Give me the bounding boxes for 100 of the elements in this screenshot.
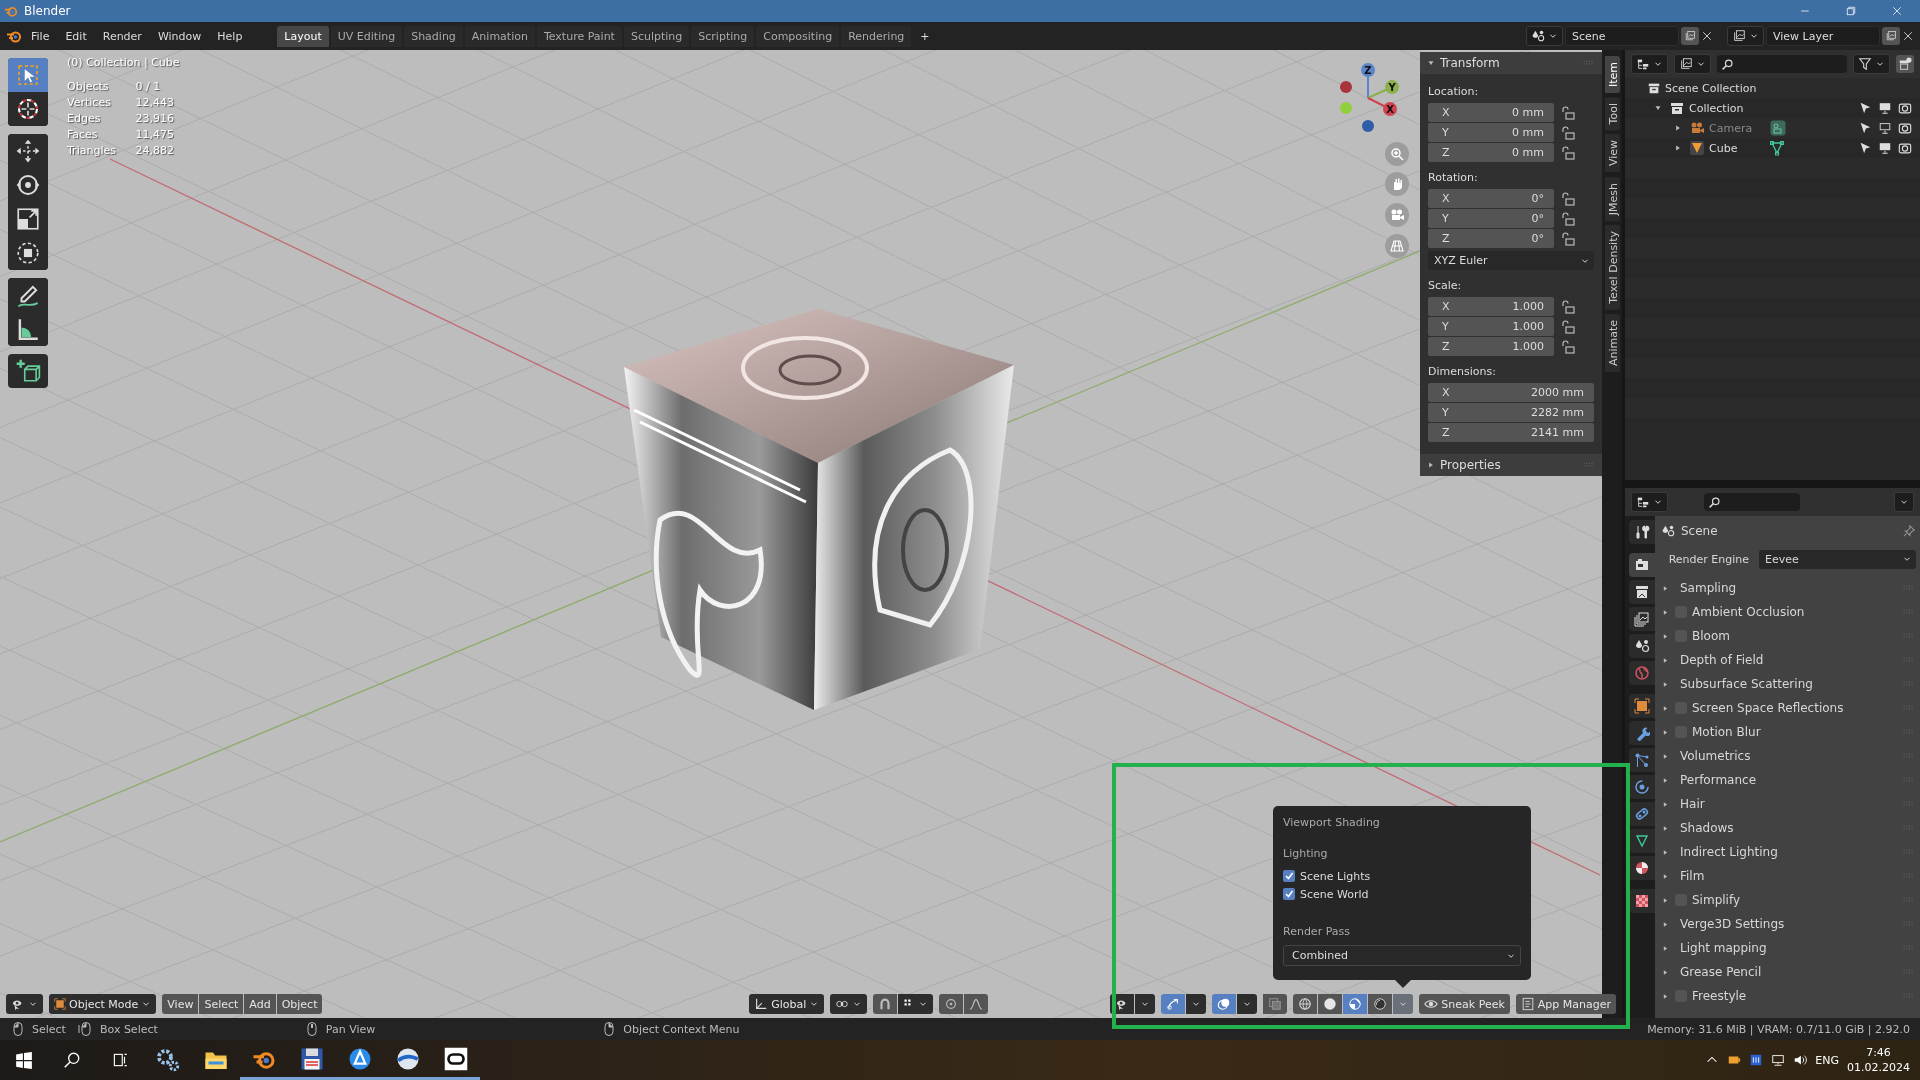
field-value: 1.000 [1512, 300, 1544, 313]
panel-header[interactable]: Screen Space Reflections [1661, 696, 1916, 720]
panel-header[interactable]: Film [1661, 864, 1916, 888]
field-value: 2000 mm [1531, 386, 1584, 399]
workspace-tab[interactable]: Texture Paint [536, 25, 622, 47]
header-menu[interactable]: Select [199, 994, 244, 1014]
number-field[interactable]: Y 0° [1428, 209, 1554, 228]
panel-header[interactable]: Verge3D Settings [1661, 912, 1916, 936]
axis-label: Z [1442, 426, 1450, 439]
tree-item[interactable]: Camera [1709, 121, 1753, 135]
menu-item[interactable]: Render [95, 26, 149, 46]
tree-item[interactable]: Scene Collection [1665, 81, 1757, 95]
panel-header[interactable]: Depth of Field [1661, 648, 1916, 672]
menu-item[interactable]: Edit [58, 26, 94, 46]
number-field[interactable]: X 1.000 [1428, 297, 1554, 316]
panel-header[interactable]: Grease Pencil [1661, 960, 1916, 984]
stat-label: Objects [67, 80, 110, 93]
object-info-text: (0) Collection | Cube [67, 56, 180, 69]
scene-name-field[interactable]: Scene [1565, 26, 1679, 46]
add-workspace-button[interactable]: + [913, 26, 937, 46]
hint-label: Pan View [325, 1022, 376, 1036]
panel-header[interactable]: Bloom [1661, 624, 1916, 648]
header-menu[interactable]: View [162, 994, 199, 1014]
sidebar-tab[interactable]: Tool [1604, 97, 1620, 131]
number-field[interactable]: Z 1.000 [1428, 337, 1554, 356]
checkbox-label: Scene Lights [1300, 869, 1371, 883]
render-pass-dropdown[interactable]: Combined [1283, 945, 1521, 966]
axis-label: Z [1442, 232, 1450, 245]
number-field[interactable]: X 2000 mm [1428, 383, 1594, 402]
number-field[interactable]: X 0 mm [1428, 103, 1554, 122]
panel-header[interactable]: Hair [1661, 792, 1916, 816]
number-field[interactable]: Z 0° [1428, 229, 1554, 248]
hint-label: Select [32, 1022, 66, 1036]
panel-header[interactable]: Properties [1420, 454, 1602, 476]
group-label: Dimensions: [1428, 365, 1497, 378]
panel-header[interactable]: Performance [1661, 768, 1916, 792]
sidebar-tab[interactable]: Item [1604, 56, 1620, 94]
panel-header[interactable]: Indirect Lighting [1661, 840, 1916, 864]
field-value: 0 mm [1512, 146, 1544, 159]
panel-header[interactable]: Motion Blur [1661, 720, 1916, 744]
number-field[interactable]: Y 2282 mm [1428, 403, 1594, 422]
field-value: 0° [1531, 212, 1544, 225]
sidebar-tab[interactable]: JMesh [1604, 176, 1620, 221]
axis-label: Z [1442, 340, 1450, 353]
stat-value: 23,916 [135, 112, 175, 125]
sidebar-tab[interactable]: View [1604, 134, 1620, 173]
header-menu[interactable]: Add [244, 994, 276, 1014]
sidebar-tab[interactable]: Texel Density [1604, 224, 1620, 310]
panel-header[interactable]: Shadows [1661, 816, 1916, 840]
number-field[interactable]: Y 1.000 [1428, 317, 1554, 336]
header-menu[interactable]: Object [276, 994, 323, 1014]
group-label: Rotation: [1428, 171, 1479, 184]
axis-label: X [1442, 106, 1450, 119]
panel-header[interactable]: Ambient Occlusion [1661, 600, 1916, 624]
panel-header[interactable]: Sampling [1661, 576, 1916, 600]
sidebar-tab[interactable]: Animate [1604, 313, 1620, 372]
number-field[interactable]: Y 0 mm [1428, 123, 1554, 142]
sneak-peek-button[interactable]: Sneak Peek [1419, 994, 1510, 1014]
tree-item[interactable]: Cube [1709, 141, 1738, 155]
field-value: 0° [1531, 192, 1544, 205]
menu-item[interactable]: Help [210, 26, 250, 46]
clock[interactable]: 7:46 01.02.2024 [1847, 1045, 1910, 1075]
workspace-tab[interactable]: Shading [404, 25, 463, 47]
panel-header[interactable]: Subsurface Scattering [1661, 672, 1916, 696]
gizmo-axis-label: Y [1388, 82, 1396, 93]
render-engine-dropdown[interactable]: Eevee [1759, 549, 1916, 569]
workspace-tab[interactable]: Sculpting [623, 25, 690, 47]
app-manager-button[interactable]: App Manager [1515, 994, 1616, 1014]
number-field[interactable]: X 0° [1428, 189, 1554, 208]
number-field[interactable]: Z 0 mm [1428, 143, 1554, 162]
workspace-tab[interactable]: Compositing [756, 25, 840, 47]
rotation-mode-dropdown[interactable]: XYZ Euler [1428, 251, 1594, 270]
field-label: Render Engine [1667, 552, 1749, 566]
mode-dropdown[interactable]: Object Mode [49, 994, 157, 1014]
panel-header[interactable]: Volumetrics [1661, 744, 1916, 768]
menu-item[interactable]: File [24, 26, 57, 46]
workspace-tab[interactable]: Animation [464, 25, 535, 47]
panel-header[interactable]: Transform [1420, 52, 1602, 74]
workspace-tab[interactable]: Rendering [841, 25, 912, 47]
field-value: 2282 mm [1531, 406, 1584, 419]
tree-item[interactable]: Collection [1689, 101, 1744, 115]
panel-header[interactable]: Simplify [1661, 888, 1916, 912]
stat-label: Faces [67, 128, 99, 141]
language-indicator[interactable]: ENG [1815, 1053, 1839, 1067]
workspace-tab[interactable]: UV Editing [330, 25, 403, 47]
axis-label: Y [1442, 126, 1449, 139]
workspace-tab[interactable]: Scripting [691, 25, 755, 47]
number-field[interactable]: Z 2141 mm [1428, 423, 1594, 442]
panel-header[interactable]: Light mapping [1661, 936, 1916, 960]
stat-label: Vertices [67, 96, 112, 109]
panel-header[interactable]: Freestyle [1661, 984, 1916, 1008]
date-text: 01.02.2024 [1847, 1060, 1910, 1075]
view-layer-name-field[interactable]: View Layer [1766, 26, 1880, 46]
section-label: Lighting [1283, 847, 1329, 860]
orientation-dropdown[interactable]: Global [749, 994, 825, 1014]
menu-item[interactable]: Window [150, 26, 209, 46]
workspace-tab[interactable]: Layout [277, 25, 329, 47]
stat-value: 11,475 [135, 128, 175, 141]
field-value: 0 mm [1512, 106, 1544, 119]
axis-label: Y [1442, 320, 1449, 333]
